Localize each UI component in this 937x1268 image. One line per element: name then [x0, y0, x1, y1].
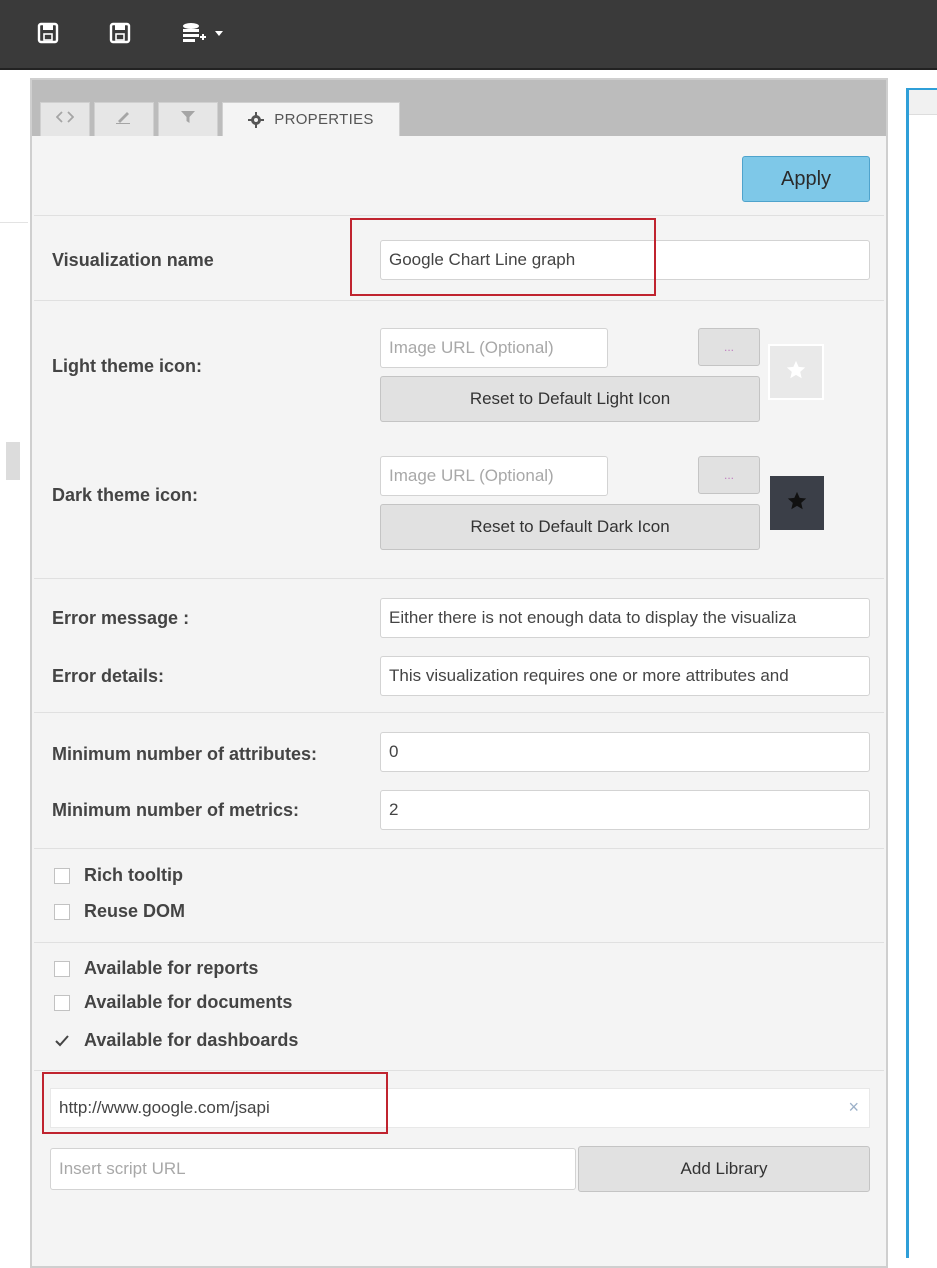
rich-tooltip-label: Rich tooltip — [84, 865, 183, 885]
gear-icon — [248, 111, 265, 128]
reuse-dom-checkbox[interactable] — [54, 903, 70, 920]
available-reports-option[interactable]: Available for reports — [54, 958, 258, 979]
top-toolbar — [0, 0, 937, 70]
reuse-dom-label: Reuse DOM — [84, 901, 186, 921]
min-metrics-label: Minimum number of metrics: — [52, 800, 300, 820]
available-dashboards-label: Available for dashboards — [84, 1030, 299, 1050]
available-documents-label: Available for documents — [84, 992, 293, 1012]
gutter-divider — [0, 222, 28, 223]
star-icon — [786, 490, 808, 517]
remove-library-icon[interactable]: × — [848, 1097, 859, 1118]
available-dashboards-option[interactable]: Available for dashboards — [54, 1030, 298, 1051]
filter-icon — [180, 110, 196, 129]
divider — [34, 215, 884, 216]
available-documents-option[interactable]: Available for documents — [54, 992, 292, 1013]
error-message-input[interactable]: Either there is not enough data to displ… — [380, 598, 870, 638]
resize-handle[interactable] — [6, 442, 20, 480]
error-message-label: Error message : — [52, 608, 190, 628]
divider — [34, 1070, 884, 1071]
available-reports-label: Available for reports — [84, 958, 259, 978]
available-documents-checkbox[interactable] — [54, 994, 70, 1011]
rich-tooltip-option[interactable]: Rich tooltip — [54, 865, 183, 886]
library-url: http://www.google.com/jsapi — [59, 1098, 270, 1117]
min-metrics-input[interactable]: 2 — [380, 790, 870, 830]
tab-edit[interactable] — [94, 102, 154, 136]
tab-code[interactable] — [40, 102, 90, 136]
dark-icon-browse-button[interactable]: ... — [698, 456, 760, 494]
available-dashboards-checkbox[interactable] — [54, 1033, 70, 1049]
library-item: http://www.google.com/jsapi × — [50, 1088, 870, 1128]
error-details-label: Error details: — [52, 666, 165, 686]
reset-light-icon-button[interactable]: Reset to Default Light Icon — [380, 376, 760, 422]
rich-tooltip-checkbox[interactable] — [54, 867, 70, 884]
light-icon-url-input[interactable]: Image URL (Optional) — [380, 328, 608, 368]
available-reports-checkbox[interactable] — [54, 960, 70, 977]
divider — [34, 300, 884, 301]
reset-dark-icon-button[interactable]: Reset to Default Dark Icon — [380, 504, 760, 550]
left-gutter — [0, 70, 28, 1258]
visualization-name-label: Visualization name — [52, 250, 214, 270]
min-attributes-label: Minimum number of attributes: — [52, 744, 317, 764]
save-as-icon[interactable] — [106, 19, 134, 47]
tab-properties-label: PROPERTIES — [274, 111, 374, 128]
divider — [34, 712, 884, 713]
save-icon[interactable] — [34, 19, 62, 47]
light-icon-preview — [768, 344, 824, 400]
divider — [34, 848, 884, 849]
code-icon — [55, 110, 75, 129]
pencil-icon — [115, 110, 133, 129]
visualization-name-input[interactable]: Google Chart Line graph — [380, 240, 870, 280]
tab-properties[interactable]: PROPERTIES — [222, 102, 400, 136]
star-icon — [785, 359, 807, 386]
light-icon-browse-button[interactable]: ... — [698, 328, 760, 366]
dark-icon-url-input[interactable]: Image URL (Optional) — [380, 456, 608, 496]
check-icon — [55, 1034, 69, 1046]
right-panel-header — [909, 90, 937, 115]
min-attributes-input[interactable]: 0 — [380, 732, 870, 772]
properties-panel: PROPERTIES Apply Visualization name Goog… — [30, 78, 888, 1268]
right-panel — [906, 88, 937, 1258]
apply-button[interactable]: Apply — [742, 156, 870, 202]
tab-strip: PROPERTIES — [32, 80, 886, 136]
light-theme-icon-label: Light theme icon: — [52, 356, 202, 376]
divider — [34, 578, 884, 579]
dark-theme-icon-label: Dark theme icon: — [52, 485, 199, 505]
add-library-button[interactable]: Add Library — [578, 1146, 870, 1192]
dark-icon-preview — [770, 476, 824, 530]
divider — [34, 942, 884, 943]
tab-filter[interactable] — [158, 102, 218, 136]
error-details-input[interactable]: This visualization requires one or more … — [380, 656, 870, 696]
script-url-input[interactable]: Insert script URL — [50, 1148, 576, 1190]
reuse-dom-option[interactable]: Reuse DOM — [54, 901, 185, 922]
add-dataset-icon[interactable] — [180, 19, 228, 47]
